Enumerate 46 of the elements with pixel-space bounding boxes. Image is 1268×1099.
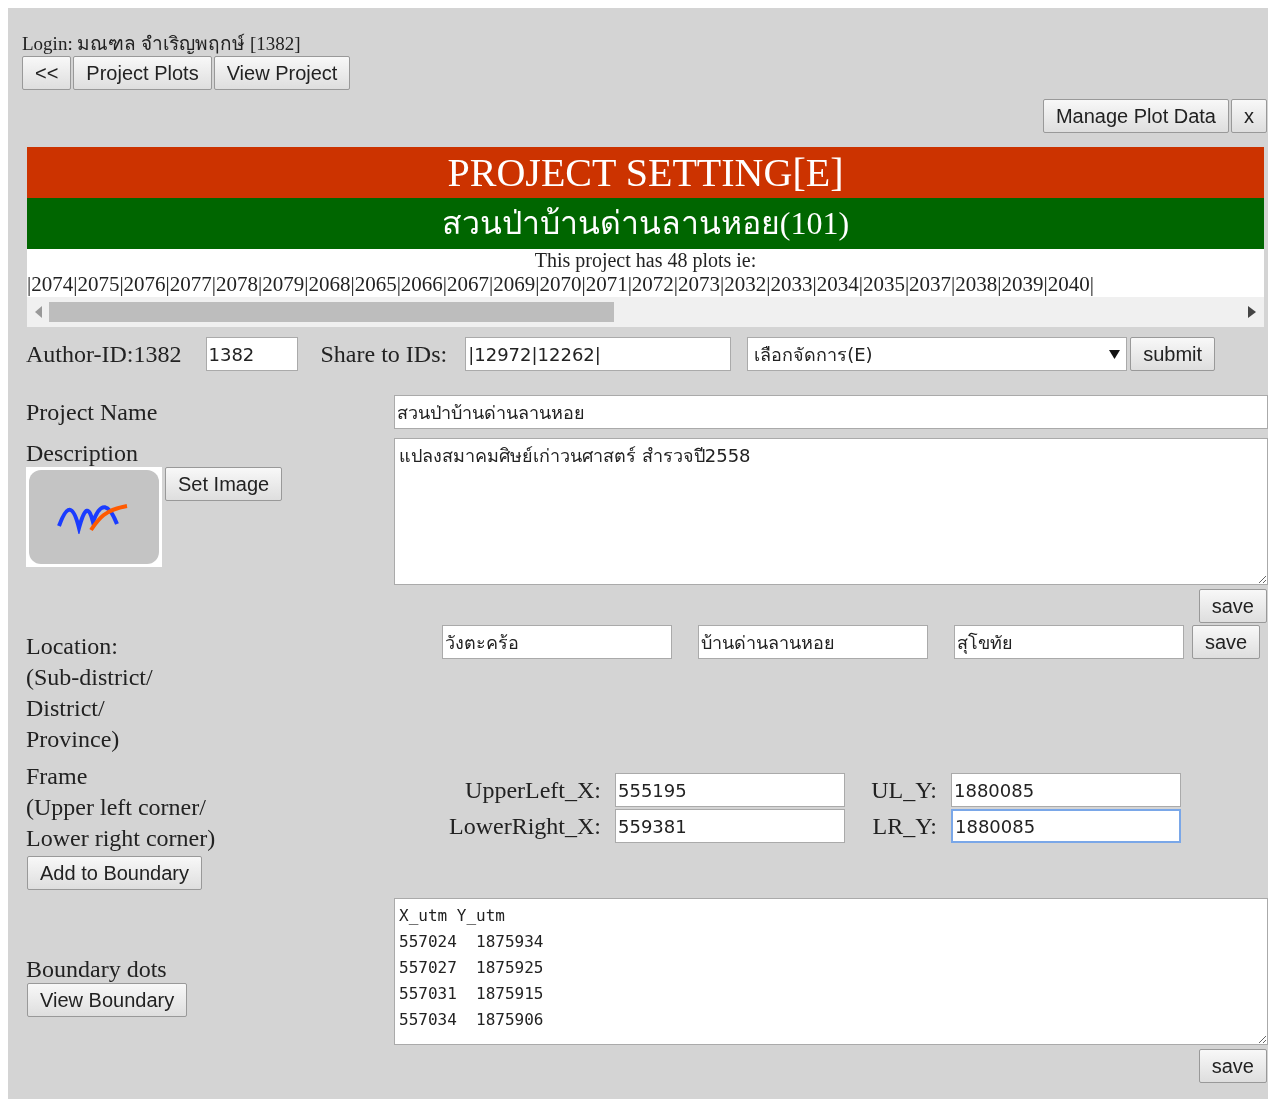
scroll-right-icon[interactable] bbox=[1248, 306, 1256, 318]
action-select[interactable]: เลือกจัดการ(E) bbox=[747, 337, 1128, 371]
field-label: UpperLeft_X: bbox=[464, 776, 602, 804]
scroll-left-icon[interactable] bbox=[35, 306, 43, 318]
submit-button[interactable]: submit bbox=[1130, 337, 1216, 371]
save-button[interactable]: save bbox=[1198, 1049, 1267, 1083]
coordinate-field[interactable]: 555195 bbox=[615, 773, 845, 807]
coordinate-field[interactable]: 559381 bbox=[615, 809, 845, 843]
project-name-field[interactable]: สวนป่าบ้านด่านลานหอย bbox=[394, 395, 1268, 429]
nav-button[interactable]: Project Plots bbox=[73, 56, 212, 90]
share-ids-field[interactable]: |12972|12262| bbox=[465, 337, 732, 371]
field-label: UL_Y: bbox=[870, 776, 938, 804]
share-label: Share to IDs: bbox=[320, 340, 448, 368]
plot-id-list: |2074|2075|2076|2077|2078|2079|2068|2065|2066|2067|2069|2070|2071|2072|2073|2032|2033|2034|2035|2037|2038|2039|2040| bbox=[27, 272, 1264, 297]
field-label: Project Name bbox=[26, 398, 159, 426]
set-image-button[interactable]: Set Image bbox=[165, 467, 283, 501]
toolbar-button[interactable]: x bbox=[1231, 99, 1267, 133]
frame-label: Frame (Upper left corner/ Lower right corner) bbox=[26, 762, 217, 853]
boundary-dots-field[interactable]: X_utm Y_utm 557024 1875934 557027 1875925 557031 1875915 557034 1875906 bbox=[394, 898, 1268, 1045]
view-boundary-button[interactable]: View Boundary bbox=[27, 983, 188, 1017]
save-button[interactable]: save bbox=[1198, 589, 1267, 623]
coordinate-field[interactable]: 1880085 bbox=[951, 773, 1181, 807]
field-label: LR_Y: bbox=[871, 812, 938, 840]
subtitle-banner: สวนป่าบ้านด่านลานหอย(101) bbox=[27, 198, 1264, 249]
login-text: Login: มณฑล จำเริญพฤกษ์ [1382] bbox=[22, 32, 302, 56]
author-id-field[interactable]: 1382 bbox=[205, 337, 298, 371]
toolbar-button[interactable]: Manage Plot Data bbox=[1042, 99, 1229, 133]
location-label: Location: (Sub-district/ District/ Province) bbox=[26, 632, 154, 754]
location-field[interactable]: วังตะคร้อ bbox=[442, 625, 672, 659]
plots-summary: This project has 48 plots ie: bbox=[533, 249, 758, 272]
save-button[interactable]: save bbox=[1192, 625, 1261, 659]
coordinate-field[interactable]: 1880085 bbox=[951, 809, 1181, 843]
add-to-boundary-button[interactable]: Add to Boundary bbox=[27, 856, 202, 890]
scrollbar-thumb[interactable] bbox=[49, 302, 614, 322]
nav-button[interactable]: << bbox=[22, 56, 72, 90]
location-field[interactable]: สุโขทัย bbox=[954, 625, 1184, 659]
field-label: LowerRight_X: bbox=[448, 812, 602, 840]
location-field[interactable]: บ้านด่านลานหอย bbox=[698, 625, 928, 659]
author-label: Author-ID:1382 bbox=[26, 340, 182, 368]
description-field[interactable]: แปลงสมาคมศิษย์เก่าวนศาสตร์ สำรวจปี2558 bbox=[394, 438, 1268, 585]
field-label: Boundary dots bbox=[26, 956, 168, 983]
dropdown-icon bbox=[1109, 349, 1121, 359]
nav-button[interactable]: View Project bbox=[213, 56, 351, 90]
title-banner: PROJECT SETTING[E] bbox=[27, 147, 1264, 198]
field-label: Description bbox=[26, 440, 139, 467]
horizontal-scrollbar[interactable] bbox=[27, 297, 1264, 327]
